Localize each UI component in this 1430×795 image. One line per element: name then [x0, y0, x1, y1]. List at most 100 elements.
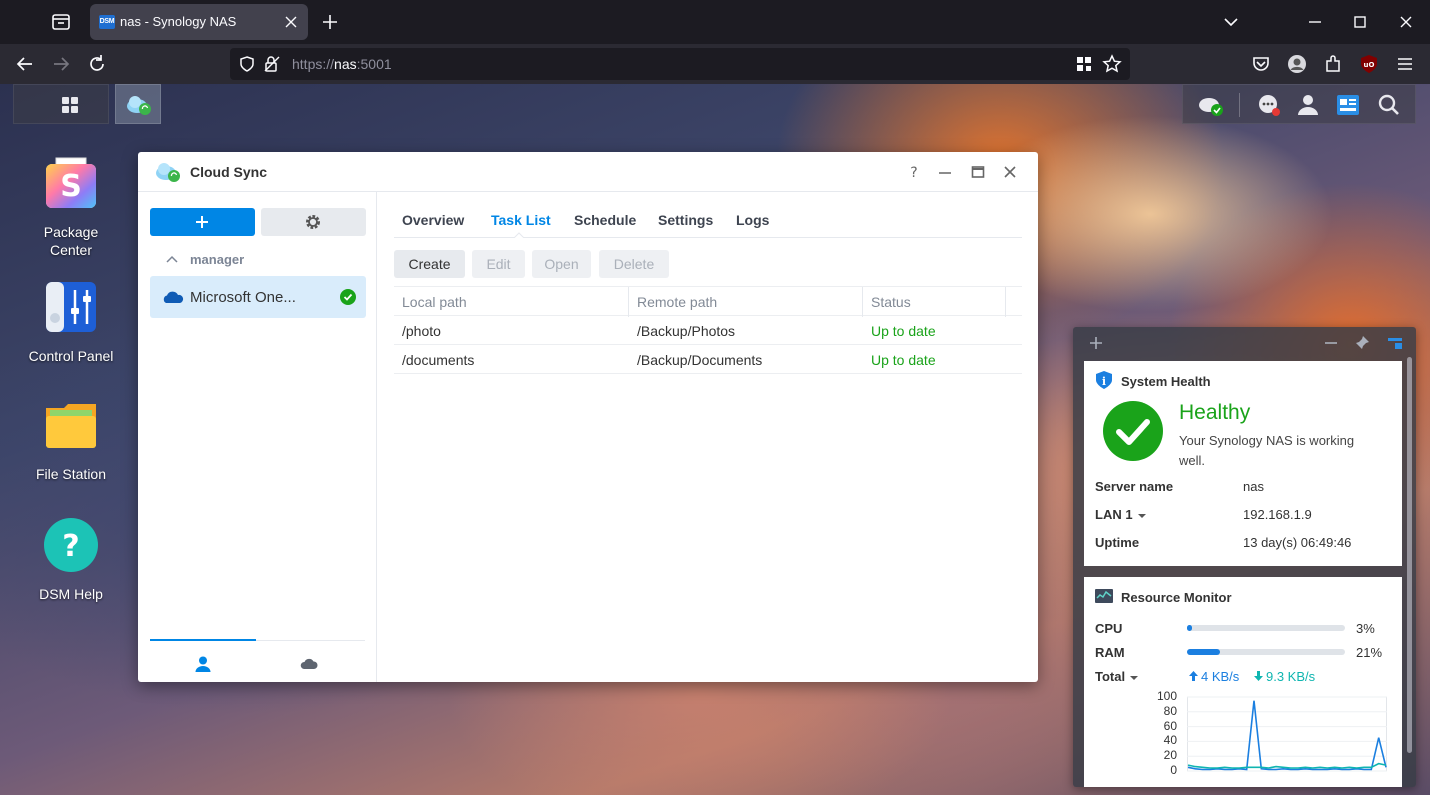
connection-item-onedrive[interactable]: Microsoft One... — [150, 276, 366, 318]
file-station-folder-icon — [46, 404, 96, 448]
tab-logs[interactable]: Logs — [736, 212, 769, 228]
column-divider[interactable] — [1005, 287, 1006, 317]
healthy-check-icon — [1103, 401, 1163, 461]
table-row[interactable]: /documents /Backup/Documents Up to date — [394, 345, 1022, 374]
widget-layout-icon[interactable] — [1386, 335, 1404, 351]
column-header-status[interactable]: Status — [871, 294, 911, 310]
new-tab-icon[interactable] — [320, 12, 340, 32]
browser-nav-bar: https://nas:5001 uO — [0, 44, 1430, 84]
taskbar-cloud-sync-button[interactable] — [115, 84, 161, 124]
svg-text:?: ? — [910, 165, 917, 181]
desktop-icon-dsm-help[interactable]: ? DSM Help — [20, 516, 122, 603]
help-question-icon: ? — [44, 518, 98, 572]
upload-arrow-icon — [1189, 671, 1198, 681]
tab-settings[interactable]: Settings — [658, 212, 713, 228]
pocket-icon[interactable] — [1250, 53, 1272, 75]
delete-button[interactable]: Delete — [599, 250, 669, 278]
card-title: Resource Monitor — [1121, 590, 1232, 605]
chart-y-tick-label: 40 — [1163, 733, 1177, 748]
minimize-icon[interactable] — [1305, 12, 1325, 32]
user-view-icon[interactable] — [194, 655, 212, 673]
column-header-remote-path[interactable]: Remote path — [637, 294, 717, 310]
svg-text:?: ? — [62, 529, 79, 564]
cell-remote-path: /Backup/Photos — [637, 323, 736, 339]
main-menu-button[interactable] — [13, 84, 109, 124]
settings-button[interactable] — [261, 208, 366, 236]
extensions-icon[interactable] — [1322, 53, 1344, 75]
network-chart — [1187, 696, 1387, 772]
cpu-bar-fill — [1187, 625, 1192, 631]
lan-selector[interactable]: LAN 1 — [1095, 507, 1146, 522]
lan-ip-value: 192.168.1.9 — [1243, 507, 1312, 522]
chart-y-tick-label: 60 — [1163, 718, 1177, 733]
cloud-sync-icon — [127, 96, 151, 115]
tab-title: nas - Synology NAS — [120, 14, 237, 29]
window-title-bar[interactable]: Cloud Sync ? — [138, 152, 1038, 192]
ublock-origin-icon[interactable]: uO — [1358, 53, 1380, 75]
desktop-icon-control-panel[interactable]: Control Panel — [20, 278, 122, 365]
close-window-icon[interactable] — [1396, 12, 1416, 32]
taskbar-divider — [1239, 93, 1240, 117]
main-panel: Overview Task List Schedule Settings Log… — [378, 192, 1038, 682]
column-divider[interactable] — [628, 287, 629, 317]
dsm-taskbar-right — [1182, 84, 1416, 124]
lock-warning-icon[interactable] — [263, 55, 281, 73]
chart-y-tick-label: 80 — [1163, 703, 1177, 718]
list-all-tabs-icon[interactable] — [1221, 12, 1241, 32]
tracking-shield-icon[interactable] — [238, 55, 256, 73]
network-selector[interactable]: Total — [1095, 669, 1139, 684]
cloud-view-icon[interactable] — [300, 655, 318, 673]
add-connection-button[interactable] — [150, 208, 255, 236]
user-icon[interactable] — [1294, 91, 1322, 119]
edit-button[interactable]: Edit — [472, 250, 525, 278]
desktop-icon-file-station[interactable]: File Station — [20, 396, 122, 483]
uptime-label: Uptime — [1095, 535, 1140, 550]
forward-icon[interactable] — [50, 53, 72, 75]
reload-icon[interactable] — [86, 53, 108, 75]
help-icon[interactable]: ? — [904, 162, 924, 182]
notifications-icon[interactable] — [1255, 91, 1283, 119]
create-button[interactable]: Create — [394, 250, 465, 278]
open-button[interactable]: Open — [532, 250, 591, 278]
tab-list-icon[interactable] — [48, 10, 74, 34]
cloud-sync-status-icon[interactable] — [1197, 91, 1225, 119]
account-avatar-icon[interactable] — [1286, 53, 1308, 75]
window-minimize-icon[interactable] — [935, 162, 955, 182]
health-description: Your Synology NAS is working well. — [1179, 433, 1355, 468]
pin-icon[interactable] — [1353, 335, 1371, 351]
desktop-icon-package-center[interactable]: S Package Center — [20, 154, 122, 259]
resource-monitor-card: Resource Monitor CPU 3% RAM 21% Total 4 … — [1084, 577, 1402, 787]
connection-label: Microsoft One... — [190, 289, 296, 306]
svg-text:S: S — [60, 169, 82, 204]
tab-task-list[interactable]: Task List — [491, 212, 551, 228]
back-icon[interactable] — [14, 53, 36, 75]
sidebar: manager Microsoft One... — [138, 192, 377, 682]
browser-tab-bar: DSM nas - Synology NAS — [0, 0, 1430, 44]
search-icon[interactable] — [1375, 91, 1403, 119]
tab-overview[interactable]: Overview — [402, 212, 464, 228]
widget-scrollbar[interactable] — [1407, 357, 1412, 753]
download-rate: 9.3 KB/s — [1254, 669, 1315, 684]
collapse-widgets-icon[interactable] — [1322, 335, 1340, 351]
add-widget-icon[interactable] — [1087, 335, 1105, 351]
column-header-local-path[interactable]: Local path — [402, 294, 467, 310]
tab-close-icon[interactable] — [282, 13, 300, 31]
svg-text:i: i — [1102, 375, 1106, 388]
bookmark-star-icon[interactable] — [1102, 54, 1122, 74]
tab-schedule[interactable]: Schedule — [574, 212, 636, 228]
app-grid-icon — [62, 97, 78, 113]
url-bar[interactable]: https://nas:5001 — [230, 48, 1130, 80]
window-close-icon[interactable] — [1000, 162, 1020, 182]
table-row[interactable]: /photo /Backup/Photos Up to date — [394, 316, 1022, 345]
maximize-icon[interactable] — [1350, 12, 1370, 32]
browser-tab[interactable]: DSM nas - Synology NAS — [90, 4, 308, 40]
cpu-label: CPU — [1095, 621, 1123, 636]
url-text[interactable]: https://nas:5001 — [292, 56, 392, 72]
column-divider[interactable] — [862, 287, 863, 317]
dsm-favicon-icon: DSM — [99, 15, 115, 29]
qr-code-icon[interactable] — [1075, 55, 1093, 73]
menu-icon[interactable] — [1394, 53, 1416, 75]
package-center-icon: S — [46, 157, 96, 208]
widgets-icon[interactable] — [1334, 91, 1362, 119]
window-maximize-icon[interactable] — [968, 162, 988, 182]
